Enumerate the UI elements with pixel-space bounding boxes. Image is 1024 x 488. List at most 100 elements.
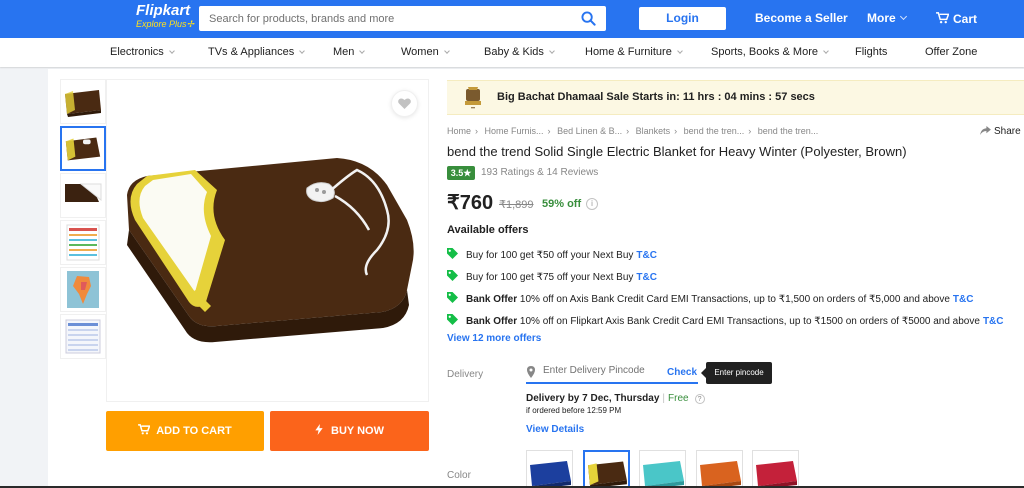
help-icon[interactable]: ?	[694, 394, 705, 404]
more-menu[interactable]: More	[867, 11, 907, 25]
free-delivery-label: Free	[668, 393, 689, 404]
offer-text: 10% off on Flipkart Axis Bank Credit Car…	[519, 316, 980, 327]
tagline-plus: Plus	[169, 19, 187, 29]
add-to-cart-label: ADD TO CART	[156, 425, 232, 437]
chevron-down-icon	[899, 12, 907, 21]
plus-icon: ✢	[186, 19, 195, 29]
original-price: ₹1,899	[499, 199, 534, 211]
delivery-date: Delivery by 7 Dec, Thursday	[526, 393, 660, 404]
offer-text: Buy for 100 get ₹75 off your Next Buy	[466, 272, 634, 283]
product-title: bend the trend Solid Single Electric Bla…	[447, 144, 907, 159]
spec-table-thumb[interactable]	[60, 314, 106, 359]
blanket-folded-thumb[interactable]	[60, 79, 106, 124]
category-women[interactable]: Women	[401, 46, 450, 58]
color-swatch-red[interactable]	[752, 450, 799, 488]
size-chart-thumb[interactable]	[60, 220, 106, 265]
category-label: Home & Furniture	[585, 46, 672, 58]
search-input[interactable]	[199, 6, 569, 31]
selling-price: ₹760	[447, 192, 494, 214]
category-sports-books[interactable]: Sports, Books & More	[711, 46, 829, 58]
category-tvs-appliances[interactable]: TVs & Appliances	[208, 46, 306, 58]
offer-item: Buy for 100 get ₹75 off your Next Buy T&C	[447, 269, 657, 283]
offer-text: 10% off on Axis Bank Credit Card EMI Tra…	[519, 294, 950, 305]
breadcrumb-item[interactable]: bend the tren...	[758, 126, 819, 136]
offer-item: Bank Offer 10% off on Axis Bank Credit C…	[447, 291, 973, 305]
breadcrumb-separator: ›	[748, 126, 752, 136]
cart-icon	[138, 424, 151, 435]
color-swatch-orange[interactable]	[696, 450, 743, 488]
category-label: Offer Zone	[925, 46, 978, 58]
delivery-estimate: Delivery by 7 Dec, Thursday | Free?	[526, 393, 705, 404]
breadcrumb-item[interactable]: Home Furnis...	[485, 126, 544, 136]
offer-tag-icon	[447, 314, 458, 325]
chevron-down-icon	[443, 48, 450, 54]
tagline-text: Explore	[136, 19, 167, 29]
pincode-tooltip: Enter pincode	[701, 362, 772, 384]
blanket-controller-thumb[interactable]	[60, 126, 106, 171]
delivery-label: Delivery	[447, 369, 484, 380]
color-label: Color	[447, 470, 471, 481]
breadcrumb-separator: ›	[626, 126, 630, 136]
breadcrumb-item[interactable]: Bed Linen & B...	[557, 126, 622, 136]
become-seller-link[interactable]: Become a Seller	[755, 11, 848, 25]
category-flights[interactable]: Flights	[855, 46, 887, 58]
breadcrumb-item[interactable]: Blankets	[636, 126, 671, 136]
pincode-input[interactable]	[543, 365, 663, 376]
ratings-reviews-count[interactable]: 193 Ratings & 14 Reviews	[481, 167, 598, 178]
add-to-cart-button[interactable]: ADD TO CART	[106, 411, 264, 451]
top-header: Flipkart Explore Plus✢ Login Become a Se…	[0, 0, 1024, 38]
view-more-offers-link[interactable]: View 12 more offers	[447, 333, 541, 344]
cart-label: Cart	[953, 12, 978, 26]
offer-tag-icon	[447, 248, 458, 259]
offer-text: Buy for 100 get ₹50 off your Next Buy	[466, 250, 634, 261]
category-men[interactable]: Men	[333, 46, 366, 58]
category-offer-zone[interactable]: Offer Zone	[925, 46, 977, 58]
sale-badge-icon: ▾▾	[465, 87, 481, 110]
breadcrumb-item[interactable]: Home	[447, 126, 471, 136]
chevron-down-icon	[823, 48, 829, 54]
location-pin-icon	[527, 366, 535, 378]
category-label: Baby & Kids	[484, 46, 544, 58]
color-swatch-teal[interactable]	[639, 450, 686, 488]
category-electronics[interactable]: Electronics	[110, 46, 175, 58]
terms-link[interactable]: T&C	[953, 294, 974, 305]
terms-link[interactable]: T&C	[983, 316, 1004, 327]
delivery-separator: |	[662, 393, 666, 404]
chevron-down-icon	[676, 48, 683, 54]
breadcrumb-item[interactable]: bend the tren...	[684, 126, 745, 136]
category-label: Men	[333, 46, 355, 58]
breadcrumb-separator: ›	[475, 126, 479, 136]
check-pincode-button[interactable]: Check	[667, 367, 697, 378]
search-icon[interactable]	[581, 11, 596, 26]
chevron-down-icon	[549, 48, 555, 54]
brand-name: Flipkart	[136, 2, 191, 19]
category-label: TVs & Appliances	[208, 46, 295, 58]
category-label: Electronics	[110, 46, 164, 58]
order-cutoff-text: if ordered before 12:59 PM	[526, 406, 622, 415]
category-label: Flights	[855, 46, 888, 58]
color-swatch-brown[interactable]	[583, 450, 630, 488]
price-info-icon[interactable]: i	[586, 198, 598, 210]
terms-link[interactable]: T&C	[636, 250, 657, 261]
terms-link[interactable]: T&C	[636, 272, 657, 283]
share-button[interactable]: Share	[980, 125, 1021, 137]
cart-link[interactable]: Cart	[936, 11, 977, 26]
sale-countdown-text: Big Bachat Dhamaal Sale Starts in: 11 hr…	[497, 91, 815, 103]
buy-now-button[interactable]: BUY NOW	[270, 411, 429, 451]
login-button[interactable]: Login	[639, 7, 726, 30]
wishlist-button[interactable]	[391, 90, 418, 117]
svg-text:▾▾: ▾▾	[471, 105, 475, 110]
blanket-corner-thumb[interactable]	[60, 173, 106, 218]
flipkart-logo[interactable]: Flipkart Explore Plus✢	[136, 3, 194, 30]
offer-item: Buy for 100 get ₹50 off your Next Buy T&C	[447, 247, 657, 261]
offer-type: Bank Offer	[466, 294, 518, 305]
view-details-link[interactable]: View Details	[526, 424, 584, 435]
india-map-thumb[interactable]	[60, 267, 106, 312]
heart-icon	[398, 98, 411, 109]
offers-heading: Available offers	[447, 224, 529, 236]
category-baby-kids[interactable]: Baby & Kids	[484, 46, 555, 58]
color-swatch-blue[interactable]	[526, 450, 573, 488]
lightning-icon	[315, 424, 323, 435]
category-home-furniture[interactable]: Home & Furniture	[585, 46, 683, 58]
main-product-image[interactable]	[106, 79, 429, 402]
